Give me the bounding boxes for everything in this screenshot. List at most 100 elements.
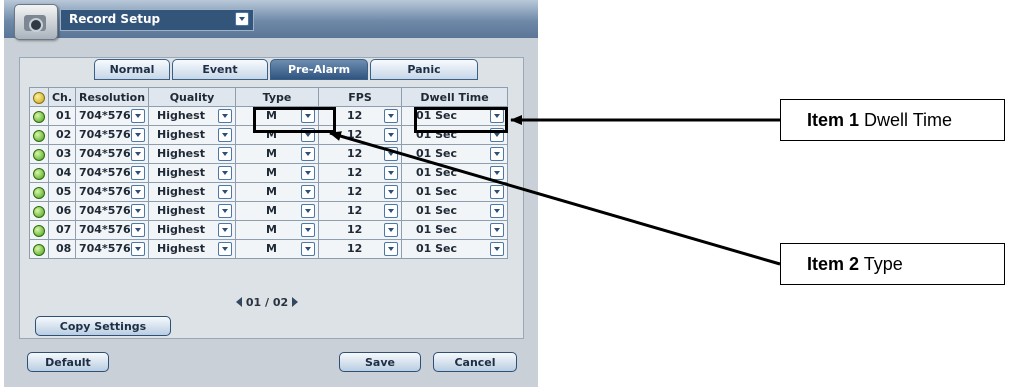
chevron-down-icon[interactable] [490, 223, 504, 237]
channel-cell: 06 [48, 201, 76, 221]
status-cell [29, 163, 49, 183]
quality-select[interactable]: Highest [148, 201, 236, 221]
chevron-down-icon[interactable] [301, 242, 315, 256]
type-select[interactable]: M [235, 163, 319, 183]
dwell-time-select[interactable]: 01 Sec [401, 220, 508, 240]
tab-pre-alarm[interactable]: Pre-Alarm [270, 59, 368, 80]
tab-panic[interactable]: Panic [370, 59, 478, 80]
col-header-fps: FPS [318, 87, 402, 107]
chevron-down-icon[interactable] [384, 166, 398, 180]
resolution-select[interactable]: 704*576 [75, 220, 149, 240]
table-row: 08 704*576 Highest M 12 01 Sec [29, 239, 508, 259]
table-row: 05 704*576 Highest M 12 01 Sec [29, 182, 508, 202]
chevron-down-icon[interactable] [218, 166, 232, 180]
chevron-down-icon[interactable] [131, 109, 145, 123]
chevron-down-icon[interactable] [301, 147, 315, 161]
chevron-down-icon[interactable] [235, 12, 249, 26]
dwell-time-select[interactable]: 01 Sec [401, 182, 508, 202]
quality-select[interactable]: Highest [148, 125, 236, 145]
chevron-down-icon[interactable] [131, 242, 145, 256]
chevron-down-icon[interactable] [384, 223, 398, 237]
tab-event[interactable]: Event [172, 59, 268, 80]
fps-select[interactable]: 12 [318, 182, 402, 202]
status-led-icon [33, 205, 45, 218]
table-header-row: Ch. Resolution Quality Type FPS Dwell Ti… [29, 87, 508, 107]
default-button[interactable]: Default [27, 352, 109, 372]
window-title: Record Setup [69, 12, 161, 26]
menu-select[interactable]: Record Setup [60, 9, 254, 31]
chevron-down-icon[interactable] [131, 204, 145, 218]
quality-select[interactable]: Highest [148, 220, 236, 240]
chevron-down-icon[interactable] [490, 185, 504, 199]
quality-select[interactable]: Highest [148, 182, 236, 202]
chevron-down-icon[interactable] [384, 204, 398, 218]
chevron-down-icon[interactable] [384, 242, 398, 256]
cancel-button[interactable]: Cancel [433, 352, 517, 372]
channel-cell-value: 06 [56, 204, 72, 217]
type-select[interactable]: M [235, 201, 319, 221]
chevron-down-icon[interactable] [131, 223, 145, 237]
resolution-select[interactable]: 704*576 [75, 106, 149, 126]
fps-select[interactable]: 12 [318, 239, 402, 259]
chevron-down-icon[interactable] [384, 147, 398, 161]
save-button[interactable]: Save [339, 352, 421, 372]
status-cell [29, 144, 49, 164]
chevron-down-icon[interactable] [218, 128, 232, 142]
type-select[interactable]: M [235, 220, 319, 240]
type-select[interactable]: M [235, 239, 319, 259]
quality-select[interactable]: Highest [148, 144, 236, 164]
chevron-down-icon[interactable] [218, 185, 232, 199]
resolution-select-value: 704*576 [79, 223, 131, 236]
resolution-select[interactable]: 704*576 [75, 163, 149, 183]
chevron-down-icon[interactable] [301, 185, 315, 199]
type-select[interactable]: M [235, 144, 319, 164]
chevron-down-icon[interactable] [384, 185, 398, 199]
dwell-time-select[interactable]: 01 Sec [401, 144, 508, 164]
chevron-down-icon[interactable] [131, 147, 145, 161]
chevron-down-icon[interactable] [490, 242, 504, 256]
resolution-select[interactable]: 704*576 [75, 182, 149, 202]
chevron-down-icon[interactable] [131, 128, 145, 142]
fps-select[interactable]: 12 [318, 220, 402, 240]
chevron-down-icon[interactable] [218, 204, 232, 218]
fps-select-value: 12 [347, 204, 363, 217]
resolution-select[interactable]: 704*576 [75, 144, 149, 164]
channel-cell-value: 04 [56, 166, 72, 179]
dwell-time-select[interactable]: 01 Sec [401, 239, 508, 259]
fps-select[interactable]: 12 [318, 163, 402, 183]
chevron-down-icon[interactable] [131, 166, 145, 180]
quality-select-value: Highest [157, 204, 205, 217]
status-header [29, 87, 49, 107]
chevron-down-icon[interactable] [301, 166, 315, 180]
resolution-select[interactable]: 704*576 [75, 239, 149, 259]
fps-select[interactable]: 12 [318, 201, 402, 221]
resolution-select[interactable]: 704*576 [75, 201, 149, 221]
type-select-value: M [266, 185, 277, 198]
dwell-time-select[interactable]: 01 Sec [401, 163, 508, 183]
prev-page-icon[interactable] [235, 297, 242, 307]
tab-normal[interactable]: Normal [94, 59, 170, 80]
chevron-down-icon[interactable] [490, 204, 504, 218]
quality-select[interactable]: Highest [148, 106, 236, 126]
type-select[interactable]: M [235, 182, 319, 202]
next-page-icon[interactable] [292, 297, 299, 307]
chevron-down-icon[interactable] [218, 242, 232, 256]
chevron-down-icon[interactable] [490, 147, 504, 161]
chevron-down-icon[interactable] [384, 128, 398, 142]
chevron-down-icon[interactable] [131, 185, 145, 199]
chevron-down-icon[interactable] [384, 109, 398, 123]
dwell-time-select[interactable]: 01 Sec [401, 201, 508, 221]
copy-settings-button[interactable]: Copy Settings [35, 316, 171, 336]
fps-select[interactable]: 12 [318, 144, 402, 164]
callout-item-1-number: Item 1 [807, 110, 860, 130]
chevron-down-icon[interactable] [301, 223, 315, 237]
resolution-select[interactable]: 704*576 [75, 125, 149, 145]
chevron-down-icon[interactable] [218, 147, 232, 161]
quality-select[interactable]: Highest [148, 239, 236, 259]
table-row: 07 704*576 Highest M 12 01 Sec [29, 220, 508, 240]
chevron-down-icon[interactable] [218, 109, 232, 123]
chevron-down-icon[interactable] [301, 204, 315, 218]
chevron-down-icon[interactable] [218, 223, 232, 237]
chevron-down-icon[interactable] [490, 166, 504, 180]
quality-select[interactable]: Highest [148, 163, 236, 183]
